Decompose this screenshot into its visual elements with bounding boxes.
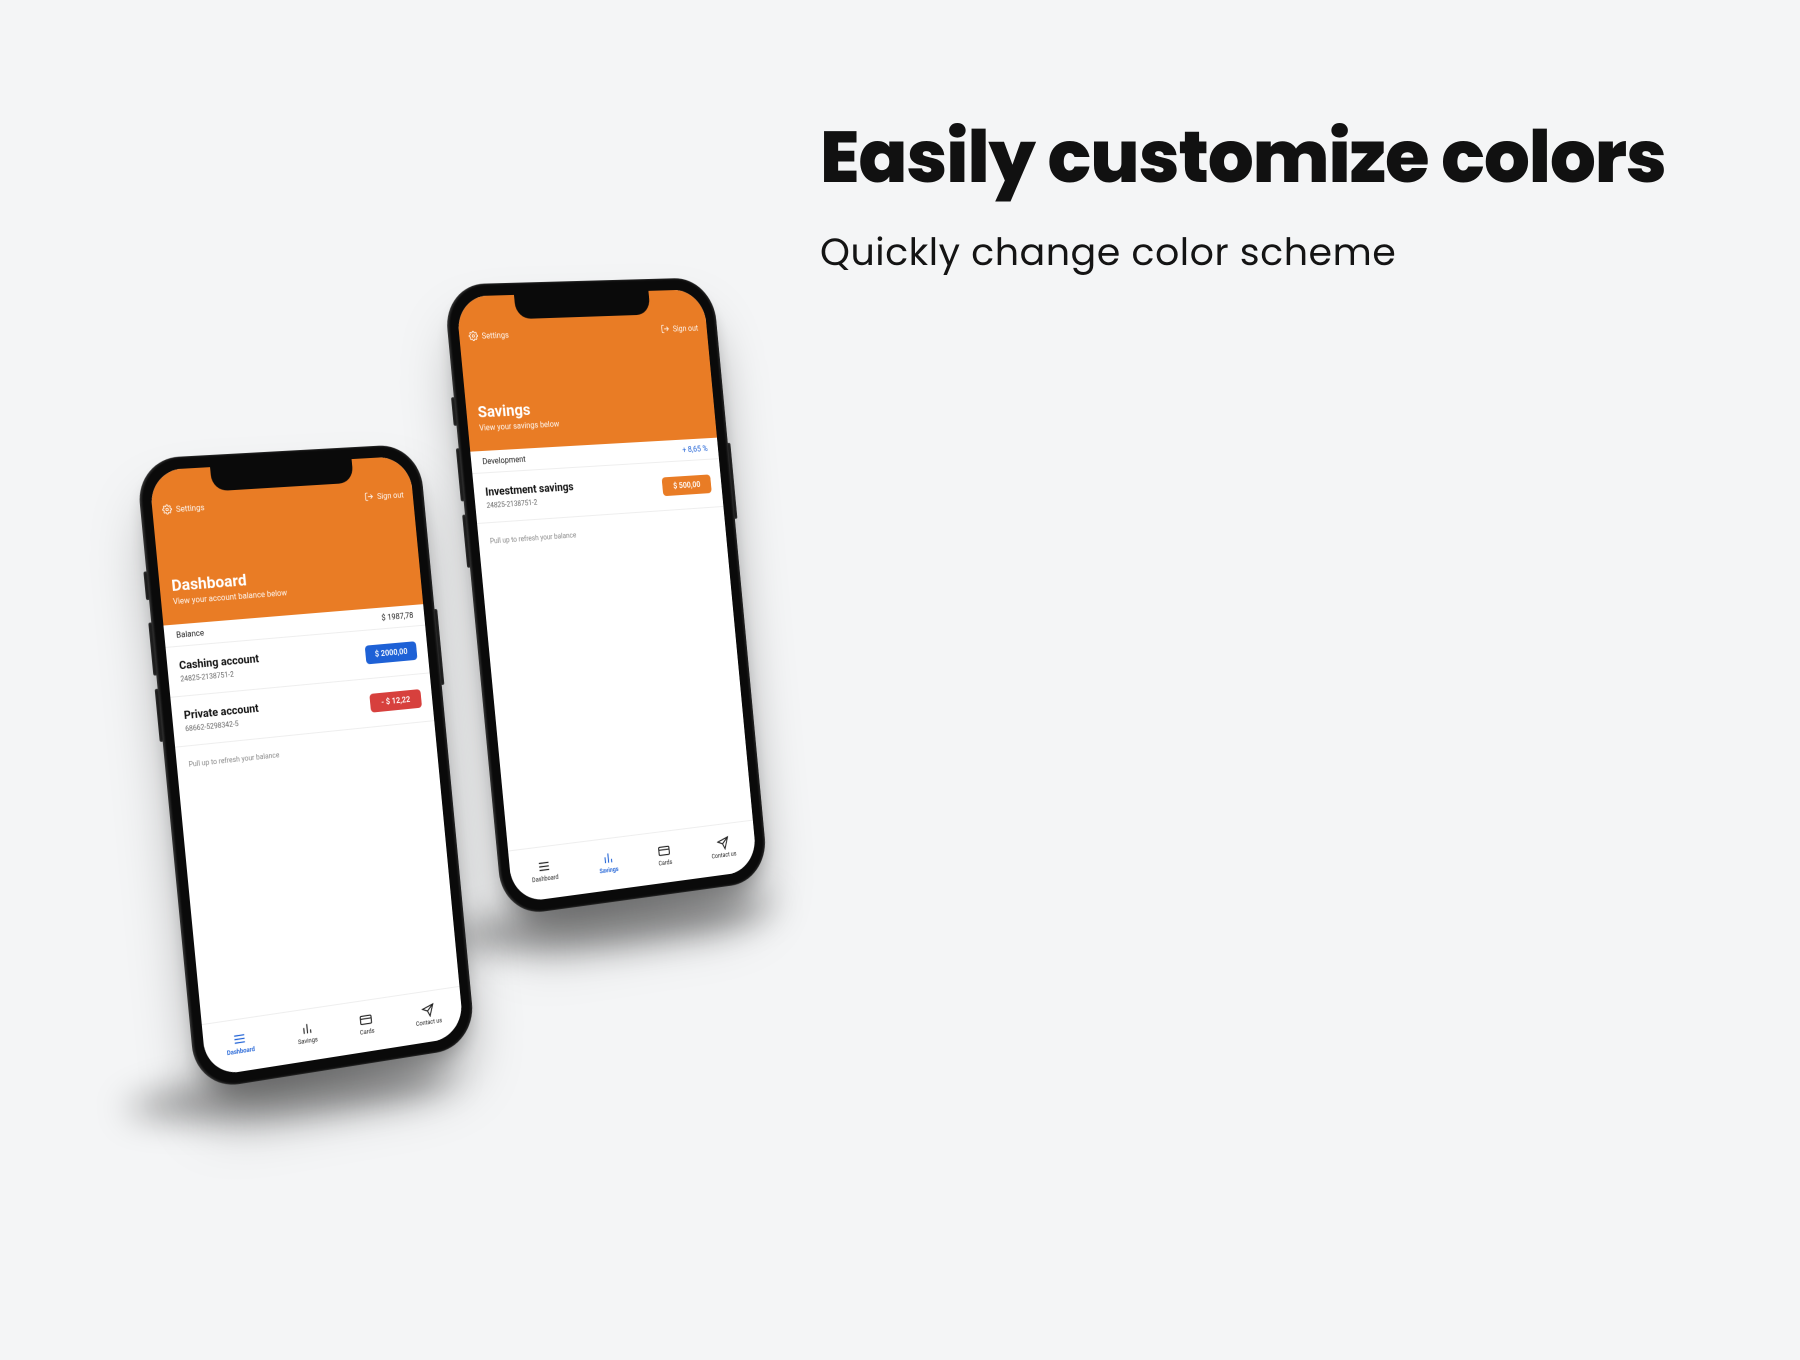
tab-savings[interactable]: Savings (598, 850, 619, 875)
settings-label: Settings (481, 330, 509, 340)
dashboard-icon (232, 1031, 247, 1047)
tab-label: Savings (599, 866, 619, 875)
device-notch (514, 291, 651, 319)
tab-contact[interactable]: Contact us (710, 835, 737, 861)
tab-label: Contact us (416, 1017, 443, 1028)
bars-icon (601, 850, 615, 866)
signout-label: Sign out (377, 490, 404, 501)
tab-cards[interactable]: Cards (358, 1012, 375, 1037)
send-icon (716, 836, 729, 851)
amount-badge: $ 2000,00 (365, 641, 418, 664)
amount-badge: - $ 12,22 (369, 689, 422, 713)
tab-label: Dashboard (227, 1046, 256, 1057)
tab-dashboard[interactable]: Dashboard (530, 858, 559, 885)
bars-icon (299, 1021, 314, 1037)
gear-icon (162, 504, 173, 515)
tab-dashboard[interactable]: Dashboard (225, 1030, 255, 1057)
percent-value: + 8,65 % (682, 444, 708, 454)
tab-contact[interactable]: Contact us (414, 1002, 442, 1028)
tab-cards[interactable]: Cards (657, 843, 673, 868)
send-icon (421, 1003, 435, 1019)
amount-badge: $ 500,00 (662, 474, 712, 496)
phone-device: Settings Sign out Savings View your savi… (443, 277, 769, 917)
balance-label: Balance (176, 628, 205, 639)
account-number: 24825-2138751-2 (486, 496, 575, 510)
tab-label: Dashboard (532, 874, 559, 885)
gear-icon (468, 331, 478, 342)
logout-icon (660, 324, 670, 334)
logout-icon (364, 491, 374, 501)
balance-value: $ 1987,78 (381, 611, 414, 622)
tab-label: Savings (298, 1036, 318, 1046)
card-icon (359, 1012, 373, 1028)
dashboard-icon (537, 859, 551, 875)
tab-savings[interactable]: Savings (296, 1020, 318, 1046)
phone-stage: Settings Sign out Dashboard View your ac… (140, 250, 1040, 1350)
tab-bar: Dashboard Savings Cards Contact us (508, 820, 757, 904)
tab-label: Cards (360, 1028, 375, 1037)
tab-bar: Dashboard Savings Cards Contact us (202, 986, 464, 1077)
tab-label: Cards (658, 859, 672, 868)
signout-label: Sign out (672, 323, 698, 333)
settings-link[interactable]: Settings (468, 330, 509, 342)
strip-left-label: Development (482, 455, 526, 467)
tab-label: Contact us (711, 850, 736, 860)
marketing-title: Easily customize colors (820, 120, 1740, 196)
phone-device: Settings Sign out Dashboard View your ac… (136, 444, 476, 1091)
card-icon (658, 843, 672, 858)
settings-label: Settings (175, 503, 204, 514)
signout-link[interactable]: Sign out (660, 323, 698, 334)
